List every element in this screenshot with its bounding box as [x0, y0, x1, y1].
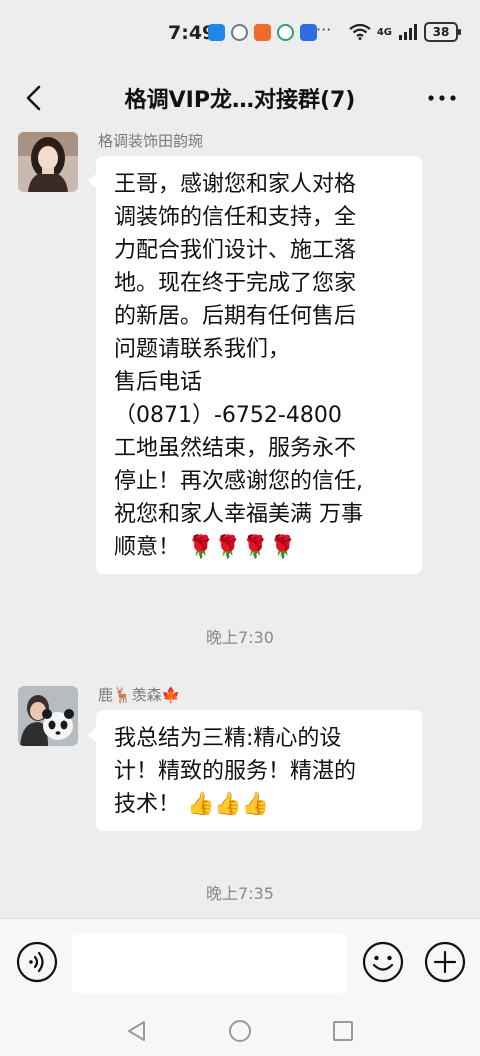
- woman-portrait-avatar-icon: [18, 132, 78, 192]
- smiley-icon: [362, 941, 404, 983]
- message-line: 王哥，感谢您和家人对格: [114, 172, 357, 197]
- circle-home-icon: [229, 1020, 251, 1042]
- system-back-button[interactable]: [124, 1018, 150, 1044]
- timestamp: 晚上7:35: [206, 884, 274, 903]
- battery-indicator: 38: [424, 22, 461, 42]
- orange-app-icon: [254, 24, 271, 41]
- timestamp: 晚上7:30: [206, 628, 274, 647]
- more-functions-button[interactable]: [424, 941, 466, 983]
- message-bubble[interactable]: 王哥，感谢您和家人对格 调装饰的信任和支持，全 力配合我们设计、施工落 地。现在…: [88, 156, 422, 574]
- message-line: 地。现在终于完成了您家: [114, 271, 357, 296]
- message-line: （0871）-6752-4800: [114, 403, 342, 428]
- emoji-button[interactable]: [362, 941, 404, 983]
- wifi-icon: [349, 24, 371, 40]
- sender-name: 格调装饰田韵琬: [98, 132, 204, 150]
- message-bubble[interactable]: 我总结为三精:精心的设 计！精致的服务！精湛的 技术！ 👍👍👍: [88, 710, 422, 831]
- system-navigation-bar: [0, 1006, 480, 1056]
- message-line: 的新居。后期有任何售后: [114, 304, 357, 329]
- system-home-button[interactable]: [227, 1018, 253, 1044]
- chat-title: 格调VIP龙…对接群(7): [124, 88, 356, 113]
- more-dots-icon: [428, 95, 456, 101]
- avatar[interactable]: [18, 132, 78, 192]
- more-options-button[interactable]: [422, 78, 462, 118]
- triangle-back-icon: [128, 1021, 145, 1041]
- message-line: 我总结为三精:精心的设: [114, 726, 342, 751]
- message-line: 技术！ 👍👍👍: [114, 792, 270, 817]
- blue-chat-app-icon: [208, 24, 225, 41]
- message-line: 力配合我们设计、施工落: [114, 238, 357, 263]
- status-more-indicator: ···: [316, 20, 332, 39]
- system-recents-button[interactable]: [330, 1018, 356, 1044]
- message-line: 调装饰的信任和支持，全: [114, 205, 357, 230]
- sender-name: 鹿🦌羡森🍁: [98, 686, 181, 704]
- network-type: 4G: [376, 26, 392, 38]
- status-app-icons: [208, 24, 317, 41]
- message-line: 顺意！ 🌹🌹🌹🌹: [114, 535, 297, 560]
- message-line: 停止！再次感谢您的信任,: [114, 469, 363, 494]
- blue-browser-app-icon: [300, 24, 317, 41]
- man-with-panda-avatar-icon: [18, 686, 78, 746]
- cloud-app-icon: [231, 24, 248, 41]
- plus-circle-icon: [424, 941, 466, 983]
- square-recents-icon: [333, 1021, 353, 1041]
- status-bar: 7:49 ··· 4G 38: [0, 0, 480, 70]
- chat-message-list[interactable]: 格调装饰田韵琬 王哥，感谢您和家人对格 调装饰的信任和支持，全 力配合我们设计、…: [0, 128, 480, 918]
- voice-icon: [16, 941, 58, 983]
- avatar[interactable]: [18, 686, 78, 746]
- voice-input-button[interactable]: [16, 941, 58, 983]
- status-right: 4G 38: [349, 22, 461, 42]
- message-text-input[interactable]: [72, 933, 347, 993]
- message-line: 工地虽然结束，服务永不: [114, 436, 357, 461]
- chat-header: 格调VIP龙…对接群(7): [0, 70, 480, 128]
- message-input-bar: [0, 918, 480, 1006]
- green-app-icon: [277, 24, 294, 41]
- signal-icon: [399, 24, 417, 40]
- message-line: 售后电话: [114, 370, 203, 395]
- message-line: 计！精致的服务！精湛的: [114, 759, 357, 784]
- message-line: 问题请联系我们，: [114, 337, 291, 362]
- message-line: 祝您和家人幸福美满 万事: [114, 502, 363, 527]
